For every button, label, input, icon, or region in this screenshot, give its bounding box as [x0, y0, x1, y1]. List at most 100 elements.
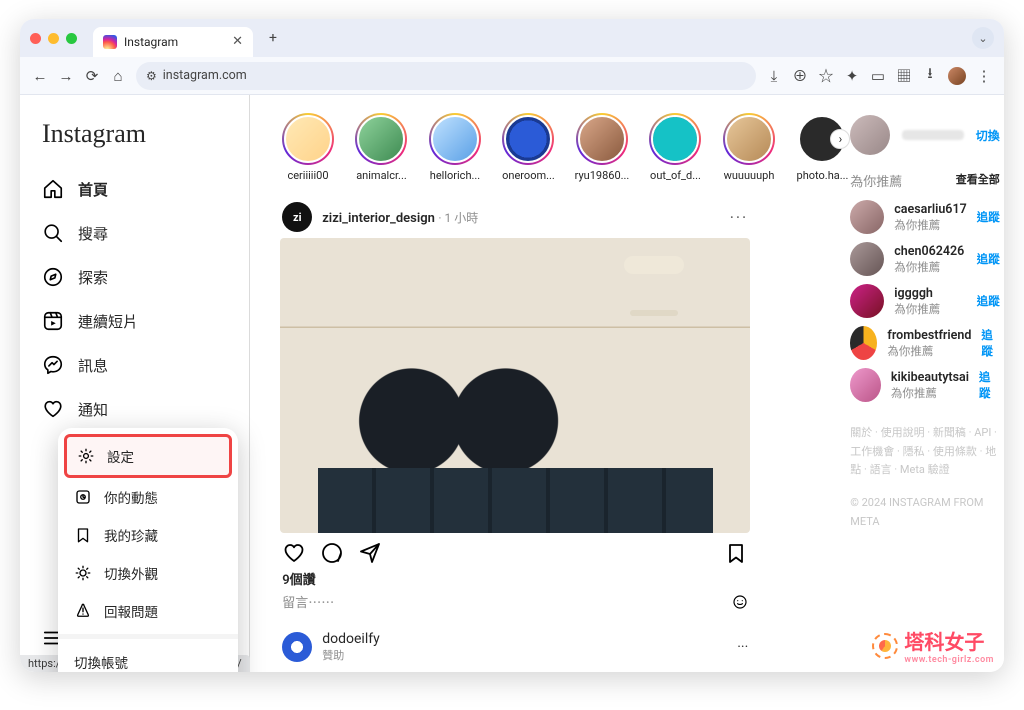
menu-item-bookmark[interactable]: 我的珍藏 [64, 516, 232, 554]
suggestion-username[interactable]: caesarliu617 [894, 202, 967, 217]
story-item[interactable]: oneroom... [501, 113, 557, 182]
suggestion-username[interactable]: frombestfriend [887, 328, 971, 343]
zoom-icon[interactable]: ⊕ [792, 68, 808, 84]
forward-icon[interactable]: → [58, 68, 74, 84]
browser-toolbar: ← → ⟳ ⌂ ⚙ instagram.com ⤓ ⊕ ☆ ✦ ▭ ▦ ⭳ ⋮ [20, 57, 1004, 95]
maximize-window-icon[interactable] [66, 33, 77, 44]
post-like-count[interactable]: 9個讚 [280, 569, 750, 588]
story-item[interactable]: ryu19860... [574, 113, 630, 182]
minimize-window-icon[interactable] [48, 33, 59, 44]
instagram-favicon-icon [103, 35, 117, 49]
sponsored-options-icon[interactable]: ··· [737, 639, 748, 655]
suggestion-reason: 為你推薦 [891, 385, 969, 401]
sponsored-username[interactable]: dodoeilfy [322, 631, 379, 647]
sidebar: Instagram 首頁搜尋探索連續短片訊息通知 更多 設定你的動態我的珍藏切換… [20, 95, 250, 672]
suggestion-username[interactable]: iggggh [894, 286, 940, 301]
address-bar[interactable]: ⚙ instagram.com [136, 62, 756, 90]
sidebar-item-messenger[interactable]: 訊息 [32, 343, 237, 387]
new-tab-button[interactable]: + [261, 26, 285, 50]
sidebar-item-compass[interactable]: 探索 [32, 255, 237, 299]
post-author-username[interactable]: zizi_interior_design [322, 211, 435, 226]
sidebar-item-label: 訊息 [78, 355, 108, 376]
suggestion-username[interactable]: chen062426 [894, 244, 964, 259]
bookmark-star-icon[interactable]: ☆ [818, 68, 834, 84]
kebab-menu-icon[interactable]: ⋮ [976, 68, 992, 84]
follow-button[interactable]: 追蹤 [977, 293, 1000, 309]
close-window-icon[interactable] [30, 33, 41, 44]
sidebar-item-heart[interactable]: 通知 [32, 387, 237, 431]
suggestion-reason: 為你推薦 [894, 217, 967, 233]
story-username: photo.ha... [797, 169, 849, 182]
comment-input[interactable]: 留言⋯⋯ [282, 592, 334, 611]
messenger-icon [42, 354, 64, 376]
home-icon[interactable]: ⌂ [110, 68, 126, 84]
current-user-row: 切換 [850, 115, 1000, 155]
post-options-icon[interactable]: ··· [730, 208, 749, 227]
switch-account-link[interactable]: 切換 [976, 127, 1000, 144]
suggestion-avatar[interactable] [850, 368, 881, 402]
menu-item-report[interactable]: 回報問題 [64, 592, 232, 630]
sponsored-avatar[interactable] [282, 632, 312, 662]
story-item[interactable]: wuuuuuph [721, 113, 777, 182]
cast-icon[interactable]: ▭ [870, 68, 886, 84]
sidebar-item-home[interactable]: 首頁 [32, 167, 237, 211]
suggestion-avatar[interactable] [850, 200, 884, 234]
sidebar-item-label: 探索 [78, 267, 108, 288]
follow-button[interactable]: 追蹤 [977, 209, 1000, 225]
like-icon[interactable] [282, 541, 306, 565]
sidebar-item-search[interactable]: 搜尋 [32, 211, 237, 255]
follow-button[interactable]: 追蹤 [981, 327, 999, 359]
activity-icon [74, 488, 92, 506]
current-user-avatar[interactable] [850, 115, 890, 155]
menu-item-theme[interactable]: 切換外觀 [64, 554, 232, 592]
back-icon[interactable]: ← [32, 68, 48, 84]
menu-item-activity[interactable]: 你的動態 [64, 478, 232, 516]
post-image[interactable] [280, 238, 750, 533]
profile-avatar-icon[interactable] [948, 67, 966, 85]
footer-links: 關於 · 使用說明 · 新聞稿 · API · 工作機會 · 隱私 · 使用條款… [850, 424, 1000, 531]
share-icon[interactable] [358, 541, 382, 565]
instagram-logo[interactable]: Instagram [32, 119, 237, 167]
stories-next-button[interactable]: photo.ha... [795, 113, 851, 182]
search-icon [42, 222, 64, 244]
menu-switch-account[interactable]: 切換帳號 [64, 643, 232, 672]
save-icon[interactable] [724, 541, 748, 565]
theme-icon [74, 564, 92, 582]
suggestion-avatar[interactable] [850, 326, 877, 360]
extensions-icon[interactable]: ✦ [844, 68, 860, 84]
story-item[interactable]: ceriiiii00 [280, 113, 336, 182]
comment-icon[interactable] [320, 541, 344, 565]
story-item[interactable]: animalcr... [354, 113, 410, 182]
heart-icon [42, 398, 64, 420]
suggestion-row: iggggh 為你推薦 追蹤 [850, 284, 1000, 318]
reload-icon[interactable]: ⟳ [84, 68, 100, 84]
tab-close-icon[interactable]: ✕ [232, 34, 243, 49]
qr-icon[interactable]: ▦ [896, 68, 912, 84]
suggestion-username[interactable]: kikibeautytsai [891, 370, 969, 385]
suggestion-reason: 為你推薦 [894, 301, 940, 317]
browser-tabbar: Instagram ✕ + ⌄ [20, 19, 1004, 57]
menu-item-gear[interactable]: 設定 [64, 434, 232, 478]
see-all-link[interactable]: 查看全部 [956, 171, 1000, 190]
post-header: zi zizi_interior_design · 1 小時 ··· [280, 196, 750, 238]
emoji-icon[interactable] [732, 594, 748, 610]
install-app-icon[interactable]: ⤓ [766, 68, 782, 84]
downloads-icon[interactable]: ⭳ [922, 68, 938, 84]
stories-tray[interactable]: ceriiiii00 animalcr... hellorich... oneroom… [280, 105, 850, 188]
story-item[interactable]: out_of_d... [648, 113, 704, 182]
sidebar-item-reels[interactable]: 連續短片 [32, 299, 237, 343]
suggestion-avatar[interactable] [850, 242, 884, 276]
tabs-dropdown-icon[interactable]: ⌄ [972, 27, 994, 49]
home-icon [42, 178, 64, 200]
story-item[interactable]: hellorich... [427, 113, 483, 182]
follow-button[interactable]: 追蹤 [979, 369, 1000, 401]
follow-button[interactable]: 追蹤 [977, 251, 1000, 267]
bookmark-icon [74, 526, 92, 544]
post-author-avatar[interactable]: zi [282, 202, 312, 232]
gear-icon [77, 447, 95, 465]
suggestion-avatar[interactable] [850, 284, 884, 318]
story-username: hellorich... [430, 169, 480, 182]
browser-tab[interactable]: Instagram ✕ [93, 27, 253, 57]
window-controls[interactable] [30, 33, 77, 44]
site-settings-icon[interactable]: ⚙ [146, 69, 157, 83]
